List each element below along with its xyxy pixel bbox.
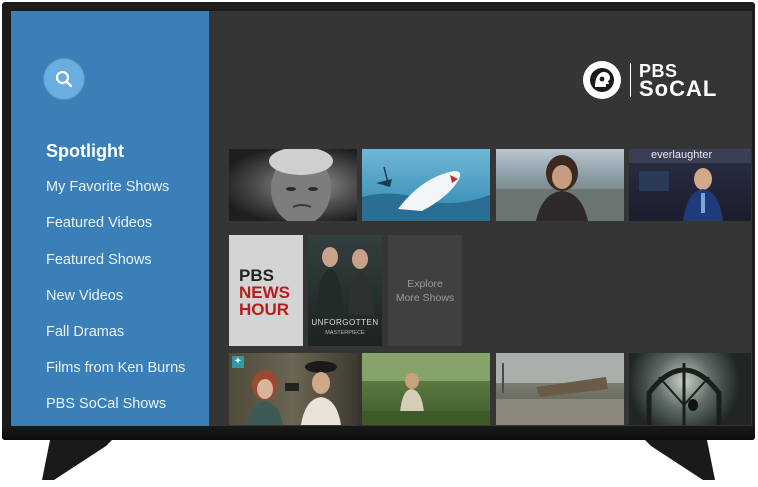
sidebar: Spotlight My Favorite Shows Featured Vid… — [11, 11, 209, 428]
unforgotten-subtitle: MASTERPIECE — [325, 330, 365, 336]
show-tile-portrait[interactable] — [229, 149, 357, 221]
sidebar-nav: Spotlight My Favorite Shows Featured Vid… — [46, 139, 185, 428]
show-tile-comedy[interactable]: everlaughter — [629, 149, 751, 221]
sidebar-item-films-from-ken-burns[interactable]: Films from Ken Burns — [46, 356, 185, 392]
shore-thumbnail — [496, 353, 624, 425]
sidebar-item-featured-shows[interactable]: Featured Shows — [46, 248, 185, 284]
tv-bezel-bottom — [2, 426, 755, 440]
sidebar-item-spotlight[interactable]: Spotlight — [46, 139, 185, 175]
video-tile-window[interactable] — [629, 353, 751, 425]
logo-text: PBS SoCAL — [639, 62, 718, 101]
video-tile-garden[interactable] — [362, 353, 490, 425]
newshour-logo: PBS NEWS HOUR — [239, 267, 290, 318]
garden-thumbnail — [362, 353, 490, 425]
tv-stand-leg-left — [42, 440, 112, 480]
drama-thumbnail — [496, 155, 624, 221]
explore-more-shows-button[interactable]: Explore More Shows — [388, 235, 462, 346]
period-thumbnail — [247, 361, 341, 425]
show-tile-newshour[interactable]: PBS NEWS HOUR — [229, 235, 303, 346]
show-tile-whale[interactable] — [362, 149, 490, 221]
pbs-socal-logo: PBS SoCAL — [583, 60, 717, 100]
sidebar-item-new-videos[interactable]: New Videos — [46, 284, 185, 320]
logo-divider — [630, 63, 631, 97]
tv-screen: Spotlight My Favorite Shows Featured Vid… — [11, 11, 752, 428]
newshour-line-3: HOUR — [239, 300, 290, 319]
new-badge-icon: ✦ — [232, 356, 244, 368]
video-tile-period[interactable]: ✦ — [229, 353, 357, 425]
explore-more-label: Explore More Shows — [395, 277, 455, 304]
comedy-tile-title: everlaughter — [651, 149, 713, 161]
portrait-thumbnail — [269, 149, 333, 221]
sidebar-item-pbs-socal-shows[interactable]: PBS SoCal Shows — [46, 392, 185, 428]
newshour-line-1: PBS — [239, 266, 274, 285]
tv-stand-leg-right — [645, 440, 715, 480]
show-tile-drama[interactable] — [496, 149, 624, 221]
sidebar-item-fall-dramas[interactable]: Fall Dramas — [46, 320, 185, 356]
whale-thumbnail — [362, 166, 490, 221]
sidebar-item-my-favorite-shows[interactable]: My Favorite Shows — [46, 175, 185, 211]
logo-line-2: SoCAL — [639, 76, 718, 101]
search-button[interactable] — [44, 59, 84, 99]
video-tile-shore[interactable] — [496, 353, 624, 425]
window-thumbnail — [646, 363, 722, 425]
search-icon — [55, 70, 73, 88]
newshour-line-2: NEWS — [239, 283, 290, 302]
tv-frame: Spotlight My Favorite Shows Featured Vid… — [2, 2, 755, 440]
sidebar-item-featured-videos[interactable]: Featured Videos — [46, 211, 185, 247]
unforgotten-title: UNFORGOTTEN — [311, 318, 379, 327]
pbs-head-icon — [583, 61, 621, 99]
show-tile-unforgotten[interactable]: UNFORGOTTEN MASTERPIECE — [308, 235, 382, 346]
